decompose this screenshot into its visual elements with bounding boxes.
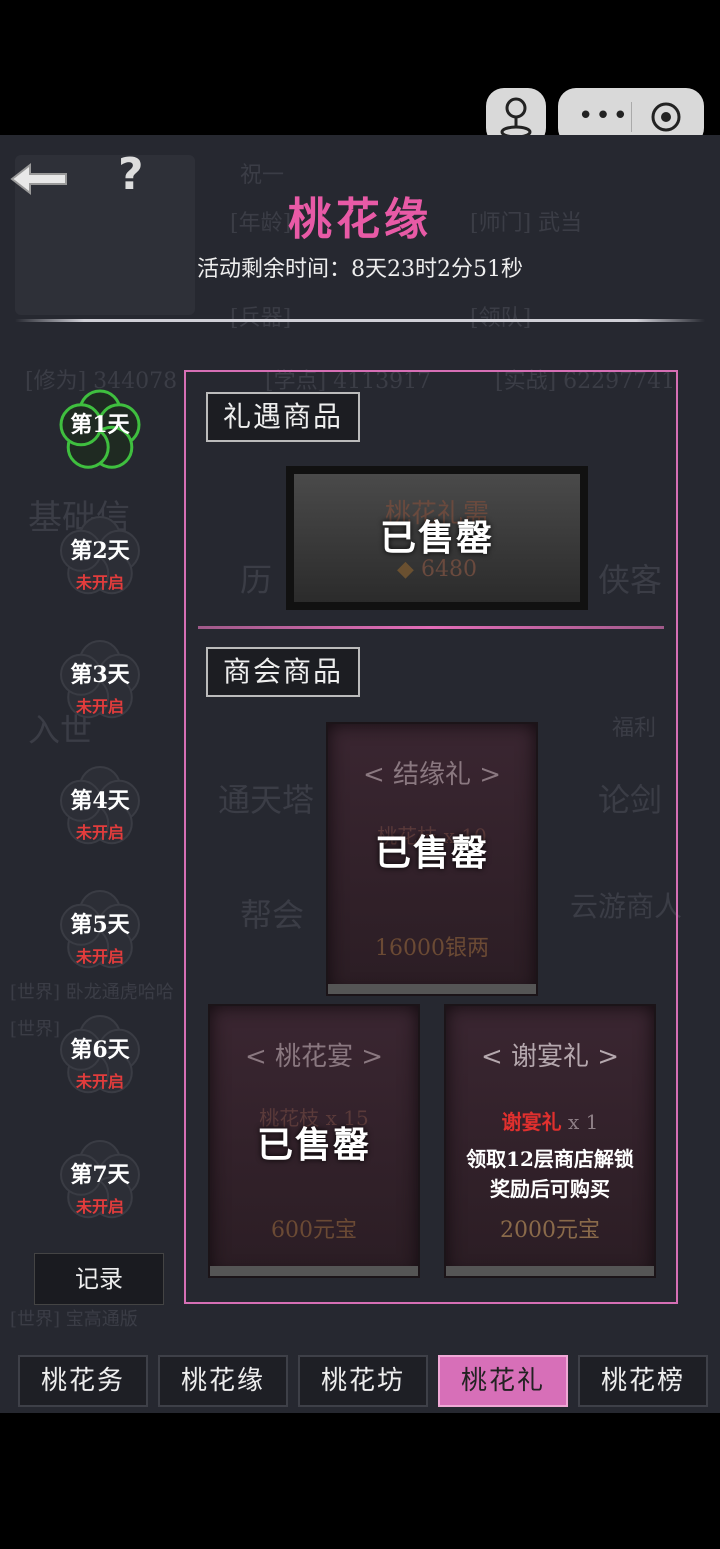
- tab-gift[interactable]: 桃花礼: [438, 1355, 568, 1407]
- day-status: 未开启: [75, 573, 124, 592]
- tab-fate[interactable]: 桃花缘: [158, 1355, 288, 1407]
- gift-item-card[interactable]: 桃花礼需 ◆ 6480 已售罄: [286, 466, 588, 610]
- day-label: 第6天: [70, 1037, 130, 1063]
- tab-ranking[interactable]: 桃花榜: [578, 1355, 708, 1407]
- item-name: < 桃花宴 >: [244, 1042, 384, 1072]
- section-title-gift: 礼遇商品: [206, 392, 360, 442]
- tab-tasks[interactable]: 桃花务: [18, 1355, 148, 1407]
- item-name: < 结缘礼 >: [362, 760, 502, 790]
- sold-out-label: 已售罄: [256, 1124, 371, 1166]
- day-label: 第7天: [70, 1162, 130, 1188]
- day-status: 未开启: [75, 823, 124, 842]
- sold-out-label: 已售罄: [379, 517, 494, 559]
- target-circle-icon[interactable]: [650, 101, 682, 133]
- day-item-2[interactable]: 第2天未开启: [40, 516, 160, 595]
- main-panel: 祝一 [年龄] [师门] 武当 [兵器] [领队] [修为] 344078 [学…: [0, 135, 720, 1413]
- item-quantity: 谢宴礼 x 1: [446, 1106, 654, 1135]
- bg-text: [世界] 卧龙通虎哈哈: [10, 982, 174, 1003]
- day-status: 未开启: [75, 1197, 124, 1216]
- day-label: 第1天: [70, 412, 130, 438]
- unlock-hint-line: 领取12层商店解锁: [466, 1147, 634, 1171]
- bg-text: [领队]: [470, 300, 531, 332]
- bg-text: [兵器]: [230, 300, 291, 332]
- day-label: 第2天: [70, 538, 130, 564]
- card-bottom-bar: [210, 1266, 418, 1276]
- sold-out-label: 已售罄: [374, 832, 489, 874]
- day-status: 未开启: [75, 697, 124, 716]
- item-quantity-count: x 1: [567, 1110, 599, 1134]
- item-name: < 谢宴礼 >: [480, 1042, 620, 1072]
- day-item-7[interactable]: 第7天未开启: [40, 1140, 160, 1219]
- unlock-hint: 领取12层商店解锁 奖励后可购买: [446, 1144, 654, 1204]
- item-price: 600元宝: [271, 1218, 357, 1243]
- header-divider: [15, 319, 705, 322]
- day-item-4[interactable]: 第4天未开启: [40, 766, 160, 845]
- day-item-3[interactable]: 第3天未开启: [40, 640, 160, 719]
- shop-content: 礼遇商品 桃花礼需 ◆ 6480 已售罄 商会商品 < 结缘礼 > 桃花枝 x …: [184, 370, 678, 1304]
- record-button[interactable]: 记录: [34, 1253, 164, 1305]
- item-quantity-name: 谢宴礼: [501, 1110, 562, 1134]
- bottom-area: [0, 1413, 720, 1549]
- merchant-item-card[interactable]: < 谢宴礼 > 谢宴礼 x 1 领取12层商店解锁 奖励后可购买 2000元宝: [444, 1004, 656, 1278]
- day-label: 第3天: [70, 662, 130, 688]
- merchant-item-card[interactable]: < 桃花宴 > 桃花枝 x 15 600元宝 已售罄: [208, 1004, 420, 1278]
- day-status: 未开启: [75, 1072, 124, 1091]
- merchant-item-card[interactable]: < 结缘礼 > 桃花枝 x 10 16000银两 已售罄: [326, 722, 538, 996]
- event-timer: 活动剩余时间：8天23时2分51秒: [197, 257, 523, 282]
- day-label: 第5天: [70, 912, 130, 938]
- capsule-divider: [631, 102, 632, 132]
- bg-text: [世界] 宝高通版: [10, 1309, 138, 1330]
- unlock-hint-line: 奖励后可购买: [490, 1177, 610, 1201]
- day-item-1[interactable]: 第1天: [40, 389, 160, 469]
- page-title: 桃花缘: [288, 194, 432, 245]
- card-bottom-bar: [446, 1266, 654, 1276]
- day-item-6[interactable]: 第6天未开启: [40, 1015, 160, 1094]
- day-label: 第4天: [70, 788, 130, 814]
- section-title-merchant: 商会商品: [206, 647, 360, 697]
- item-price: 2000元宝: [500, 1218, 600, 1243]
- tab-bar: 桃花务 桃花缘 桃花坊 桃花礼 桃花榜: [0, 1355, 720, 1407]
- more-dots-icon[interactable]: •••: [578, 102, 630, 130]
- day-status: 未开启: [75, 947, 124, 966]
- item-price: 16000银两: [375, 936, 489, 961]
- day-item-5[interactable]: 第5天未开启: [40, 890, 160, 969]
- tab-workshop[interactable]: 桃花坊: [298, 1355, 428, 1407]
- status-area: •••: [0, 0, 720, 146]
- section-divider: [198, 626, 664, 629]
- card-bottom-bar: [328, 984, 536, 994]
